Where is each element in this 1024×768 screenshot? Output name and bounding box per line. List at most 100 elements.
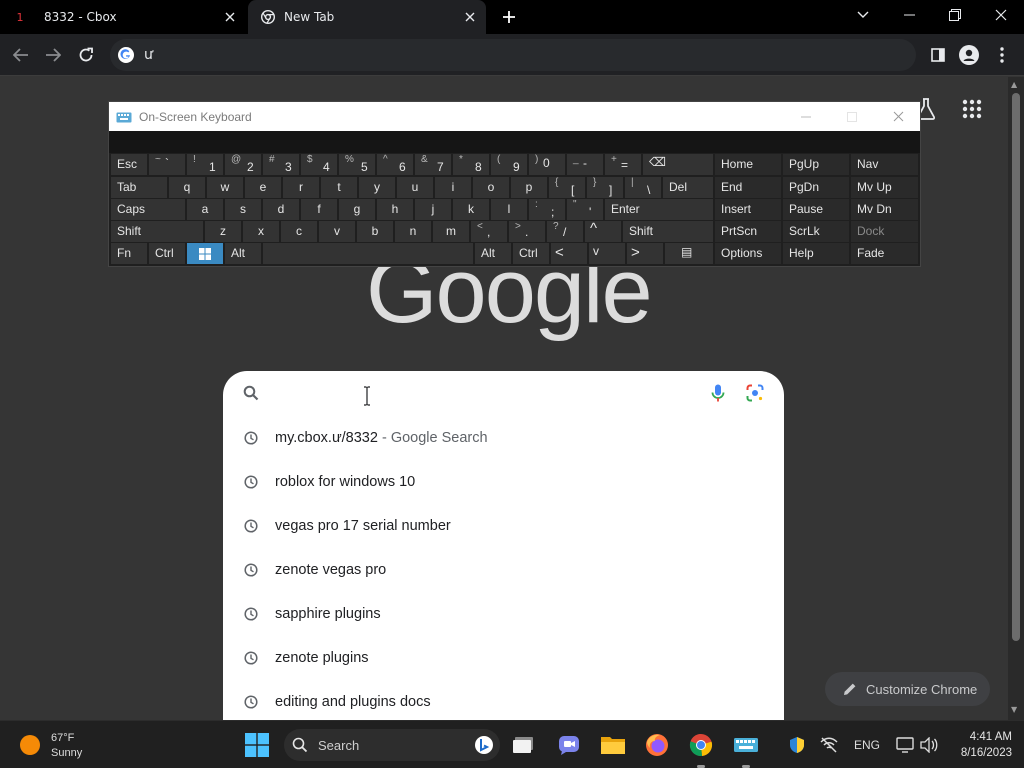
key-semicolon[interactable]: :; bbox=[529, 199, 565, 220]
key-dock[interactable]: Dock bbox=[851, 221, 918, 242]
key-shift-left[interactable]: Shift bbox=[111, 221, 203, 242]
suggestion-item[interactable]: roblox for windows 10 bbox=[223, 460, 784, 504]
key-c[interactable]: c bbox=[281, 221, 317, 242]
google-apps-icon[interactable] bbox=[962, 99, 984, 121]
back-button[interactable] bbox=[10, 44, 32, 66]
start-button[interactable] bbox=[242, 730, 272, 760]
key-1[interactable]: ! 1 bbox=[187, 154, 223, 175]
key-move-down[interactable]: Mv Dn bbox=[851, 199, 918, 220]
key-shift-right[interactable]: Shift bbox=[623, 221, 713, 242]
reload-button[interactable] bbox=[75, 44, 97, 66]
key-ctrl-right[interactable]: Ctrl bbox=[513, 243, 549, 264]
key-backspace[interactable]: ⌫ bbox=[643, 154, 713, 175]
menu-kebab-icon[interactable] bbox=[992, 45, 1012, 65]
key-w[interactable]: w bbox=[207, 177, 243, 198]
key-options[interactable]: Options bbox=[715, 243, 781, 264]
key-pause[interactable]: Pause bbox=[783, 199, 849, 220]
language-indicator[interactable]: ENG bbox=[852, 735, 882, 755]
key-l[interactable]: l bbox=[491, 199, 527, 220]
close-icon[interactable] bbox=[462, 9, 478, 25]
suggestion-item[interactable]: vegas pro 17 serial number bbox=[223, 504, 784, 548]
osk-minimize-button[interactable] bbox=[783, 102, 829, 131]
key-y[interactable]: y bbox=[359, 177, 395, 198]
key-2[interactable]: @2 bbox=[225, 154, 261, 175]
key-4[interactable]: $4 bbox=[301, 154, 337, 175]
tab-search-chevron-icon[interactable] bbox=[840, 0, 886, 30]
suggestion-item[interactable]: sapphire plugins bbox=[223, 592, 784, 636]
key-scrlk[interactable]: ScrLk bbox=[783, 221, 849, 242]
weather-widget[interactable]: 67°F Sunny bbox=[20, 731, 82, 761]
key-0[interactable]: ) 0 bbox=[529, 154, 565, 175]
key-j[interactable]: j bbox=[415, 199, 451, 220]
search-box[interactable]: my.cbox.ư/8332 - Google Search roblox fo… bbox=[223, 371, 784, 731]
key-alt-left[interactable]: Alt bbox=[225, 243, 261, 264]
key-equals[interactable]: + = bbox=[605, 154, 641, 175]
key-left-arrow[interactable]: < bbox=[551, 243, 587, 264]
key-n[interactable]: n bbox=[395, 221, 431, 242]
key-fn[interactable]: Fn bbox=[111, 243, 147, 264]
suggestion-item[interactable]: editing and plugins docs bbox=[223, 680, 784, 724]
system-clock[interactable]: 4:41 AM 8/16/2023 bbox=[942, 729, 1012, 761]
key-ctrl-left[interactable]: Ctrl bbox=[149, 243, 185, 264]
key-p[interactable]: p bbox=[511, 177, 547, 198]
key-s[interactable]: s bbox=[225, 199, 261, 220]
security-shield-icon[interactable] bbox=[786, 735, 808, 755]
key-comma[interactable]: <, bbox=[471, 221, 507, 242]
key-d[interactable]: d bbox=[263, 199, 299, 220]
key-slash[interactable]: ? / bbox=[547, 221, 583, 242]
scroll-up-arrow-icon[interactable]: ▲ bbox=[1011, 80, 1017, 89]
tab-cbox[interactable]: 1 8332 - Cbox bbox=[0, 0, 246, 34]
key-a[interactable]: a bbox=[187, 199, 223, 220]
side-panel-icon[interactable] bbox=[928, 45, 948, 65]
key-v[interactable]: v bbox=[319, 221, 355, 242]
close-icon[interactable] bbox=[222, 9, 238, 25]
key-close-bracket[interactable]: }] bbox=[587, 177, 623, 198]
key-5[interactable]: % 5 bbox=[339, 154, 375, 175]
osk-titlebar[interactable]: On-Screen Keyboard bbox=[109, 102, 920, 131]
key-end[interactable]: End bbox=[715, 177, 781, 198]
voice-search-icon[interactable] bbox=[711, 384, 725, 402]
task-view-icon[interactable] bbox=[508, 730, 538, 760]
on-screen-keyboard-taskbar-icon[interactable] bbox=[731, 730, 761, 760]
key-tab[interactable]: Tab bbox=[111, 177, 167, 198]
close-window-button[interactable] bbox=[978, 0, 1024, 30]
key-esc[interactable]: Esc bbox=[111, 154, 147, 175]
key-down-arrow[interactable]: v bbox=[589, 243, 625, 264]
key-help[interactable]: Help bbox=[783, 243, 849, 264]
key-pgdn[interactable]: PgDn bbox=[783, 177, 849, 198]
key-m[interactable]: m bbox=[433, 221, 469, 242]
key-right-arrow[interactable]: > bbox=[627, 243, 663, 264]
key-fade[interactable]: Fade bbox=[851, 243, 918, 264]
page-scrollbar[interactable]: ▲ ▼ bbox=[1008, 77, 1024, 720]
key-i[interactable]: i bbox=[435, 177, 471, 198]
key-windows[interactable] bbox=[187, 243, 223, 264]
key-g[interactable]: g bbox=[339, 199, 375, 220]
google-lens-icon[interactable] bbox=[746, 384, 764, 402]
key-caps[interactable]: Caps bbox=[111, 199, 185, 220]
network-disconnected-icon[interactable] bbox=[818, 735, 840, 755]
key-e[interactable]: e bbox=[245, 177, 281, 198]
key-period[interactable]: >. bbox=[509, 221, 545, 242]
key-home[interactable]: Home bbox=[715, 154, 781, 175]
key-minus[interactable]: _ - bbox=[567, 154, 603, 175]
suggestion-item[interactable]: zenote plugins bbox=[223, 636, 784, 680]
key-pgup[interactable]: PgUp bbox=[783, 154, 849, 175]
suggestion-item[interactable]: zenote vegas pro bbox=[223, 548, 784, 592]
key-x[interactable]: x bbox=[243, 221, 279, 242]
teams-chat-icon[interactable] bbox=[554, 730, 584, 760]
key-r[interactable]: r bbox=[283, 177, 319, 198]
key-t[interactable]: t bbox=[321, 177, 357, 198]
key-move-up[interactable]: Mv Up bbox=[851, 177, 918, 198]
forward-button[interactable] bbox=[42, 44, 64, 66]
key-f[interactable]: f bbox=[301, 199, 337, 220]
display-icon[interactable] bbox=[894, 735, 916, 755]
key-enter[interactable]: Enter bbox=[605, 199, 713, 220]
scroll-thumb[interactable] bbox=[1012, 93, 1020, 641]
profile-avatar-icon[interactable] bbox=[959, 45, 979, 65]
key-z[interactable]: z bbox=[205, 221, 241, 242]
minimize-button[interactable] bbox=[886, 0, 932, 30]
address-bar[interactable]: ư bbox=[110, 39, 916, 71]
key-k[interactable]: k bbox=[453, 199, 489, 220]
key-8[interactable]: * 8 bbox=[453, 154, 489, 175]
key-alt-right[interactable]: Alt bbox=[475, 243, 511, 264]
